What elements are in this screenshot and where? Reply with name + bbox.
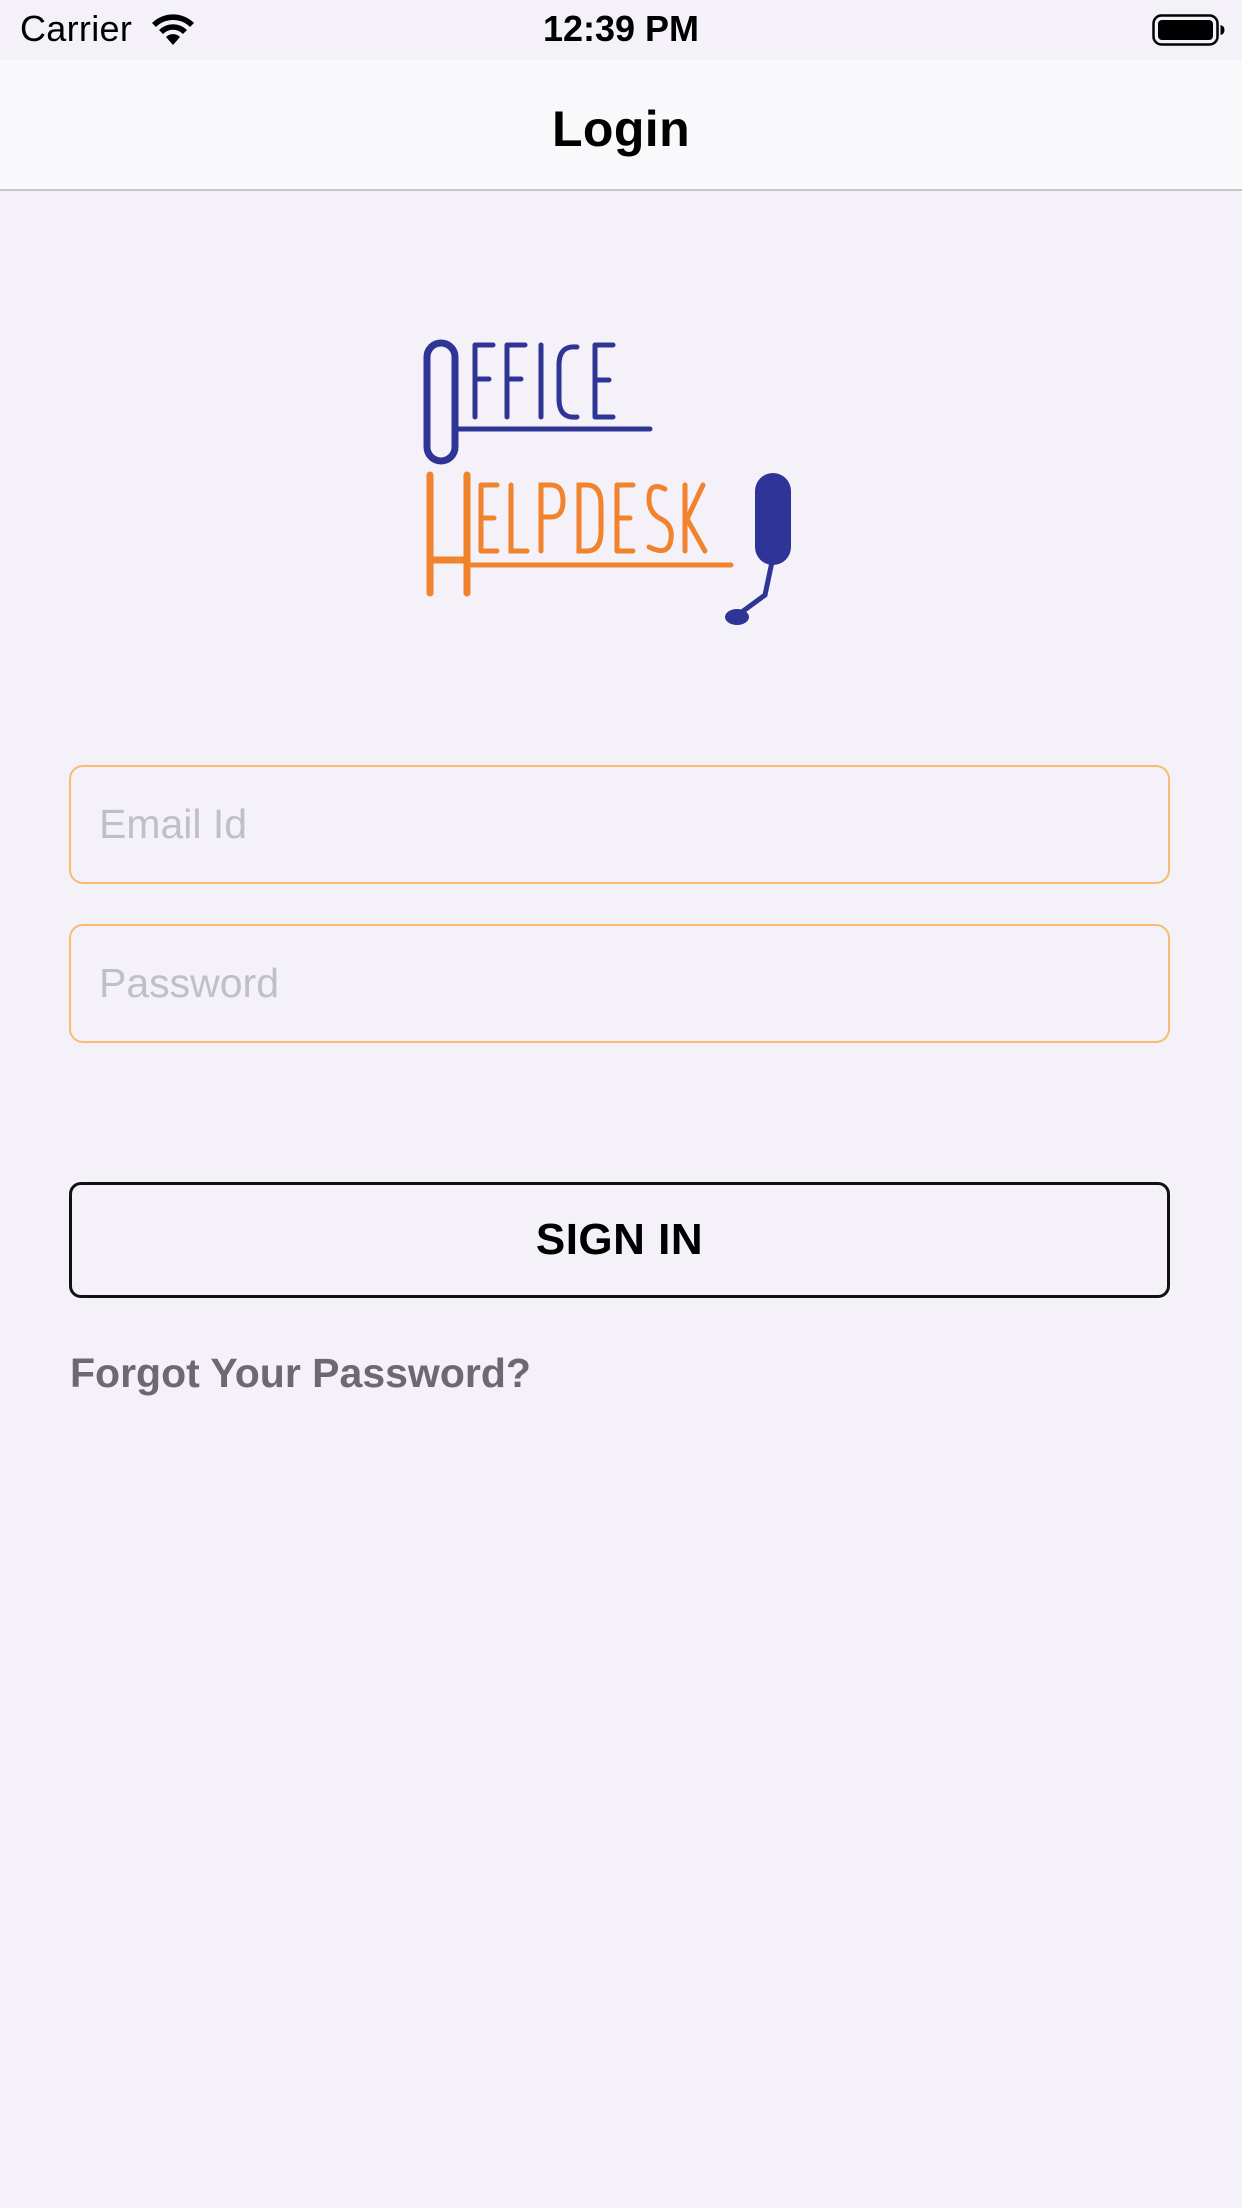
email-field[interactable]	[69, 765, 1170, 884]
logo-office-lettering	[423, 339, 653, 465]
navigation-bar: Login	[0, 60, 1242, 191]
headset-icon	[725, 473, 791, 625]
status-bar: Carrier 12:39 PM	[0, 0, 1242, 60]
page-title: Login	[551, 101, 691, 157]
password-field[interactable]	[69, 924, 1170, 1043]
logo-helpdesk-lettering	[426, 471, 734, 597]
status-time: 12:39 PM	[542, 8, 700, 49]
forgot-password-link[interactable]: Forgot Your Password?	[70, 1350, 531, 1397]
office-helpdesk-logo	[423, 339, 791, 625]
sign-in-button[interactable]: SIGN IN	[69, 1182, 1170, 1298]
battery-icon	[1152, 14, 1225, 46]
